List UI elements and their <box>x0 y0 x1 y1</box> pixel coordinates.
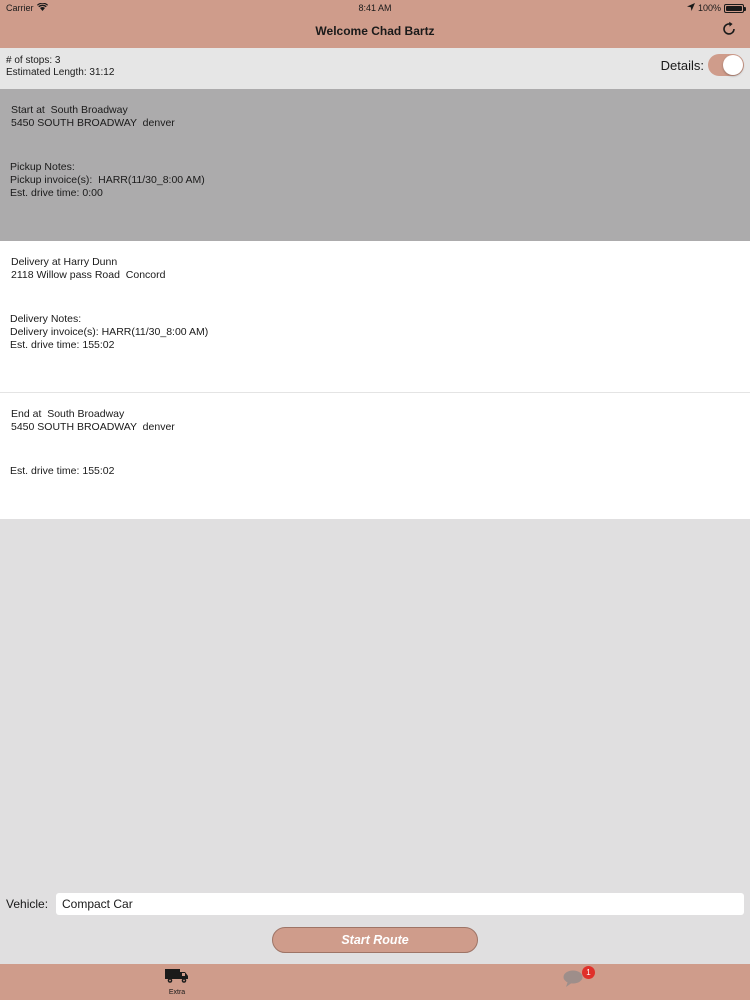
refresh-icon <box>721 21 737 42</box>
truck-icon <box>165 969 189 987</box>
stop-header: Start at South Broadway 5450 SOUTH BROAD… <box>11 104 175 130</box>
status-time: 8:41 AM <box>358 3 392 13</box>
location-arrow-icon <box>686 3 695 13</box>
summary-text: # of stops: 3 Estimated Length: 31:12 <box>6 55 114 79</box>
navigation-header: Carrier 8:41 AM 100% Welcome Chad Bartz <box>0 0 750 48</box>
stop-notes: Delivery Notes: <box>10 313 82 325</box>
page-title: Welcome Chad Bartz <box>315 24 435 38</box>
vehicle-row: Vehicle: <box>6 893 744 915</box>
details-toggle[interactable] <box>708 54 744 76</box>
stops-count: # of stops: 3 <box>6 55 61 66</box>
details-label: Details: <box>660 57 704 73</box>
vehicle-input[interactable] <box>56 893 744 915</box>
stop-address: 5450 SOUTH BROADWAY denver <box>11 421 175 433</box>
battery-icon <box>724 3 746 13</box>
stop-details: Est. drive time: 155:02 <box>10 465 114 478</box>
chat-badge: 1 <box>582 966 595 979</box>
stop-row-delivery[interactable]: Delivery at Harry Dunn 2118 Willow pass … <box>0 241 750 393</box>
route-summary: # of stops: 3 Estimated Length: 31:12 De… <box>0 48 750 89</box>
stop-header: Delivery at Harry Dunn 2118 Willow pass … <box>11 256 165 282</box>
stop-drive-time: Est. drive time: 155:02 <box>10 339 115 351</box>
stop-drive-time: Est. drive time: 155:02 <box>10 465 115 477</box>
stop-row-end[interactable]: End at South Broadway 5450 SOUTH BROADWA… <box>0 393 750 519</box>
stop-invoice: Pickup invoice(s): HARR(11/30_8:00 AM) <box>10 174 205 186</box>
stop-notes: Pickup Notes: <box>10 161 75 173</box>
refresh-button[interactable] <box>720 21 738 42</box>
battery-percent: 100% <box>697 3 721 13</box>
status-right: 100% <box>686 3 746 13</box>
stop-address: 5450 SOUTH BROADWAY denver <box>11 117 175 129</box>
stop-row-start[interactable]: Start at South Broadway 5450 SOUTH BROAD… <box>0 89 750 241</box>
tab-bar: Extra 1 <box>0 964 750 1000</box>
stop-drive-time: Est. drive time: 0:00 <box>10 187 103 199</box>
estimated-length: Estimated Length: 31:12 <box>6 67 115 78</box>
tab-extra[interactable]: Extra <box>160 968 194 998</box>
stop-title: Start at South Broadway <box>11 104 128 116</box>
stop-address: 2118 Willow pass Road Concord <box>11 269 166 281</box>
toggle-knob <box>723 55 743 75</box>
stop-header: End at South Broadway 5450 SOUTH BROADWA… <box>11 408 175 434</box>
stop-title: End at South Broadway <box>11 408 125 420</box>
stop-title: Delivery at Harry Dunn <box>11 256 118 268</box>
tab-messages[interactable]: 1 <box>562 966 595 996</box>
stop-details: Delivery Notes: Delivery invoice(s): HAR… <box>10 313 208 352</box>
stop-details: Pickup Notes: Pickup invoice(s): HARR(11… <box>10 161 205 200</box>
status-bar: Carrier 8:41 AM 100% <box>0 0 750 16</box>
start-route-button[interactable]: Start Route <box>272 927 478 953</box>
vehicle-label: Vehicle: <box>6 897 49 911</box>
stop-invoice: Delivery invoice(s): HARR(11/30_8:00 AM) <box>10 326 209 338</box>
tab-extra-label: Extra <box>168 989 186 996</box>
details-control: Details: <box>661 54 744 76</box>
